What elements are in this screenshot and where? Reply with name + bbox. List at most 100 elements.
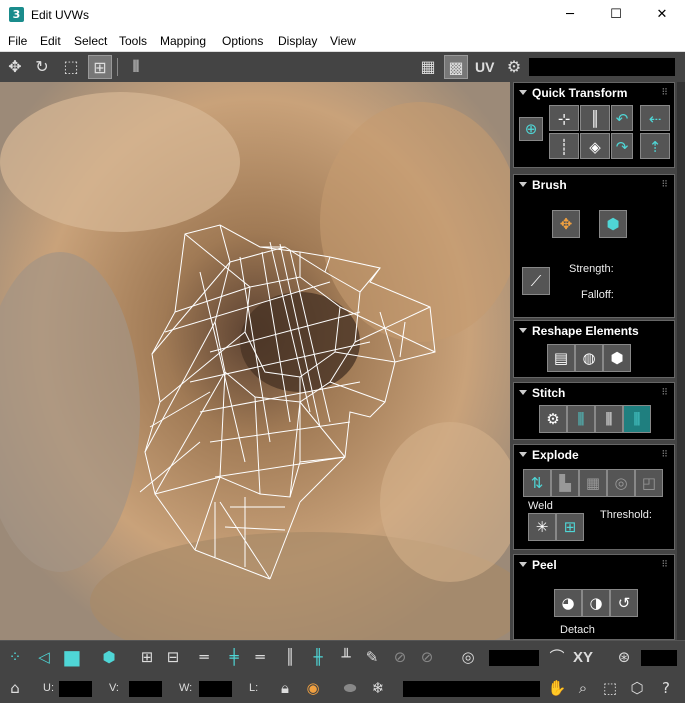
vertex-select-icon[interactable]: ⁘: [3, 645, 27, 669]
loop-shrink-icon[interactable]: ═: [248, 645, 272, 669]
ring-shrink-icon[interactable]: ╨: [334, 645, 358, 669]
transform-pivot-icon[interactable]: ⊕: [519, 117, 543, 141]
loop-select-icon[interactable]: ═: [192, 645, 216, 669]
shrink-selection-icon[interactable]: ⊟: [161, 645, 185, 669]
element-select-icon[interactable]: ⬢: [97, 645, 121, 669]
break-by-material-icon[interactable]: ▦: [579, 469, 607, 497]
unfold-icon[interactable]: ⬢: [603, 344, 631, 372]
weld-selected-icon[interactable]: ✳: [528, 513, 556, 541]
rollout-title[interactable]: Peel: [532, 558, 557, 572]
peel-mode-icon[interactable]: ◑: [582, 589, 610, 617]
lock-icon[interactable]: 🔒︎: [273, 676, 297, 700]
ring-grow-icon[interactable]: ╫: [306, 645, 330, 669]
rotate-icon[interactable]: ↻: [30, 55, 54, 79]
flatten-icon[interactable]: ◎: [607, 469, 635, 497]
straighten-icon[interactable]: ◈: [580, 133, 610, 159]
quick-peel-icon[interactable]: ◕: [554, 589, 582, 617]
grow-selection-icon[interactable]: ⊞: [135, 645, 159, 669]
menu-mapping[interactable]: Mapping: [160, 34, 206, 48]
space-vertical-icon[interactable]: ⇡: [640, 133, 670, 159]
texture-dropdown[interactable]: [529, 58, 675, 76]
space-horizontal-icon[interactable]: ⇠: [640, 105, 670, 131]
soft-selection-icon[interactable]: ◎: [456, 645, 480, 669]
collapse-arrow-icon[interactable]: [519, 328, 527, 333]
panel-scrollbar[interactable]: [677, 82, 685, 640]
paint-shrink-icon[interactable]: ⊘: [415, 645, 439, 669]
stitch-to-source-icon[interactable]: ⫼: [567, 405, 595, 433]
edge-select-icon[interactable]: ◁: [32, 645, 56, 669]
loop-grow-icon[interactable]: ╪: [222, 645, 246, 669]
xy-toggle[interactable]: XY: [573, 649, 593, 666]
reset-peel-icon[interactable]: ↺: [610, 589, 638, 617]
menu-options[interactable]: Options: [222, 34, 263, 48]
checker-texture-icon[interactable]: ▩: [444, 55, 468, 79]
pan-icon[interactable]: ✋: [545, 676, 569, 700]
settings-icon[interactable]: ⚙: [502, 55, 526, 79]
uv-toggle[interactable]: UV: [475, 55, 494, 79]
soft-select-value[interactable]: [489, 650, 539, 666]
zoom-extents-icon[interactable]: ⬡: [625, 676, 649, 700]
grid-straighten-icon[interactable]: ▤: [547, 344, 575, 372]
checker-pattern-icon[interactable]: ▦: [416, 55, 440, 79]
weld-target-icon[interactable]: ⊞: [556, 513, 584, 541]
stitch-to-target-icon[interactable]: ⫼: [623, 405, 651, 433]
menu-display[interactable]: Display: [278, 34, 317, 48]
break-by-uv-icon[interactable]: ◰: [635, 469, 663, 497]
menu-edit[interactable]: Edit: [40, 34, 61, 48]
relax-brush-icon[interactable]: ⬢: [599, 210, 627, 238]
freeze-icon[interactable]: ❄: [366, 676, 390, 700]
stitch-custom-icon[interactable]: ⚙: [539, 405, 567, 433]
rollout-title[interactable]: Explode: [532, 448, 579, 462]
paint-select-icon[interactable]: ✎: [360, 645, 384, 669]
mirror-icon[interactable]: ⫴: [124, 55, 148, 79]
absolute-offset-icon[interactable]: ⌂: [3, 676, 27, 700]
help-icon[interactable]: ?: [654, 676, 678, 700]
collapse-arrow-icon[interactable]: [519, 90, 527, 95]
angle-value[interactable]: [641, 650, 677, 666]
align-to-edge-icon[interactable]: ┊: [549, 133, 579, 159]
hide-icon[interactable]: ⬬: [338, 676, 362, 700]
w-field[interactable]: [199, 681, 232, 697]
paint-grow-icon[interactable]: ⊘: [388, 645, 412, 669]
break-by-polygon-icon[interactable]: ⇅: [523, 469, 551, 497]
falloff-curve-icon[interactable]: ⟋: [522, 267, 550, 295]
relax-icon[interactable]: ◍: [575, 344, 603, 372]
menu-view[interactable]: View: [330, 34, 356, 48]
move-icon[interactable]: ✥: [3, 55, 27, 79]
rollout-title[interactable]: Brush: [532, 178, 567, 192]
uv-canvas[interactable]: [0, 82, 510, 640]
rollout-title[interactable]: Reshape Elements: [532, 324, 639, 338]
rotate-cw-icon[interactable]: ↷: [611, 133, 633, 159]
minimize-button[interactable]: ─: [547, 0, 593, 30]
u-field[interactable]: [59, 681, 92, 697]
zoom-icon[interactable]: ⌕: [571, 676, 595, 700]
menu-select[interactable]: Select: [74, 34, 107, 48]
menu-file[interactable]: File: [8, 34, 27, 48]
scale-icon[interactable]: ⬚: [59, 55, 83, 79]
menu-tools[interactable]: Tools: [119, 34, 147, 48]
collapse-arrow-icon[interactable]: [519, 452, 527, 457]
v-field[interactable]: [129, 681, 162, 697]
falloff-type-icon[interactable]: ⌒: [545, 645, 569, 669]
uv-viewport[interactable]: [0, 82, 510, 640]
collapse-arrow-icon[interactable]: [519, 390, 527, 395]
freeform-icon[interactable]: ⊞: [88, 55, 112, 79]
maximize-button[interactable]: ☐: [593, 0, 639, 30]
paint-move-icon[interactable]: ✥: [552, 210, 580, 238]
filter-dropdown[interactable]: [403, 681, 540, 697]
collapse-arrow-icon[interactable]: [519, 182, 527, 187]
zoom-region-icon[interactable]: ⬚: [598, 676, 622, 700]
rollout-title[interactable]: Quick Transform: [532, 86, 627, 100]
rollout-title[interactable]: Stitch: [532, 386, 565, 400]
close-button[interactable]: ✕: [639, 0, 685, 30]
stitch-to-average-icon[interactable]: ⫼: [595, 405, 623, 433]
break-by-smoothing-icon[interactable]: ▙: [551, 469, 579, 497]
collapse-arrow-icon[interactable]: [519, 562, 527, 567]
show-hide-icon[interactable]: ◉: [301, 676, 325, 700]
rotation-angle-icon[interactable]: ⊛: [612, 645, 636, 669]
align-horizontal-icon[interactable]: ⊹: [549, 105, 579, 131]
rotate-ccw-icon[interactable]: ↶: [611, 105, 633, 131]
ring-select-icon[interactable]: ║: [278, 645, 302, 669]
face-select-icon[interactable]: ■: [60, 645, 84, 669]
align-vertical-icon[interactable]: ║: [580, 105, 610, 131]
